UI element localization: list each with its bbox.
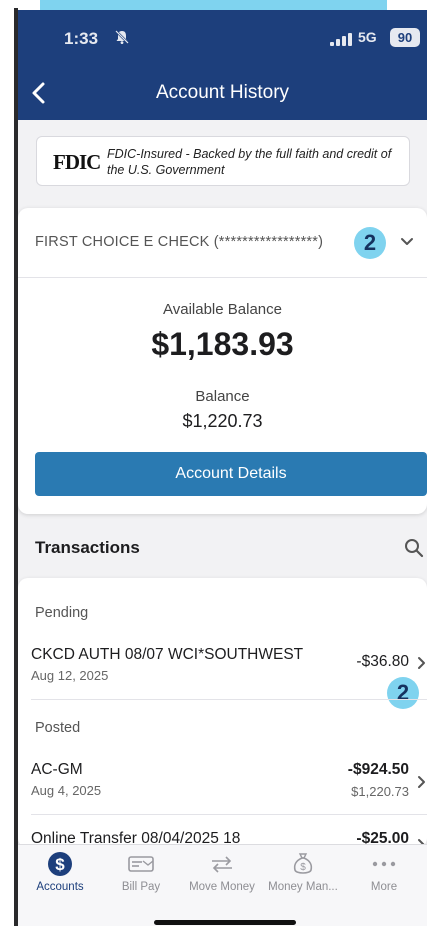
account-details-button[interactable]: Account Details (35, 452, 427, 496)
top-accent-bar (40, 0, 387, 10)
balance-value: $1,220.73 (182, 411, 263, 431)
transaction-amount: -$924.50 (347, 761, 409, 778)
status-bar: 1:33 5G 90 (18, 10, 427, 65)
page-title: Account History (155, 82, 290, 103)
account-badge: 2 (354, 227, 386, 259)
transaction-date: Aug 12, 2025 (31, 668, 109, 683)
balance-label: Balance (195, 388, 250, 405)
transaction-running-balance: $1,220.73 (351, 784, 409, 799)
tab-move-money[interactable]: Move Money (182, 851, 262, 893)
tab-more[interactable]: More (344, 851, 424, 893)
tab-label: Accounts (36, 881, 84, 893)
transaction-badge: 2 (387, 677, 419, 709)
cellular-signal-icon (330, 32, 352, 46)
transaction-row[interactable]: AC-GM Aug 4, 2025 -$924.50 $1,220.73 (18, 761, 427, 821)
transaction-amount: -$36.80 (356, 653, 409, 670)
device-frame-edge (14, 8, 18, 926)
transaction-row[interactable]: CKCD AUTH 08/07 WCI*SOUTHWEST Aug 12, 20… (18, 646, 427, 709)
search-icon (405, 539, 424, 558)
tab-accounts[interactable]: $ Accounts (20, 851, 100, 893)
chevron-right-icon (418, 657, 425, 669)
account-name: FIRST CHOICE E CHECK (*****************) (35, 234, 324, 250)
mute-bell-icon (114, 29, 130, 48)
account-card: FIRST CHOICE E CHECK (*****************)… (18, 208, 427, 514)
money-bag-icon: $ (293, 853, 313, 874)
tab-bill-pay[interactable]: Bill Pay (101, 851, 181, 893)
home-indicator[interactable] (154, 920, 296, 925)
tab-bar: $ Accounts Bill Pay Move Money $ Money M… (18, 844, 427, 926)
chevron-right-icon (418, 776, 425, 788)
transaction-date: Aug 4, 2025 (31, 783, 102, 798)
header: 1:33 5G 90 Account History (18, 10, 427, 120)
battery-indicator: 90 (390, 28, 420, 47)
fdic-text: FDIC-Insured - Backed by the full faith … (107, 147, 392, 177)
app-screen: 1:33 5G 90 Account History FDIC FDIC-Ins… (18, 10, 427, 926)
tab-money-management[interactable]: $ Money Man... (263, 851, 343, 893)
more-dots-icon (372, 861, 396, 867)
svg-text:$: $ (55, 855, 65, 874)
transactions-list: Pending CKCD AUTH 08/07 WCI*SOUTHWEST Au… (18, 578, 427, 851)
transactions-title: Transactions (35, 538, 140, 557)
posted-section-label: Posted (35, 720, 81, 736)
chevron-down-icon (401, 238, 413, 245)
pending-section-label: Pending (35, 605, 89, 621)
left-edge (0, 0, 18, 926)
divider (31, 699, 427, 700)
divider (31, 814, 427, 815)
tab-label: Bill Pay (121, 881, 161, 893)
search-button[interactable] (404, 538, 424, 558)
fdic-logo: FDIC (53, 150, 101, 174)
account-selector[interactable]: FIRST CHOICE E CHECK (*****************)… (18, 208, 427, 278)
available-balance-value: $1,183.93 (151, 326, 294, 362)
status-time: 1:33 (64, 29, 99, 48)
tab-label: More (370, 881, 398, 893)
dollar-circle-icon: $ (48, 852, 72, 876)
network-type: 5G (358, 29, 377, 45)
transfer-arrows-icon (212, 856, 232, 873)
transaction-description: AC-GM (31, 761, 83, 778)
svg-text:$: $ (300, 862, 306, 873)
tab-label: Move Money (189, 881, 255, 893)
fdic-banner: FDIC FDIC-Insured - Backed by the full f… (36, 136, 410, 186)
tab-label: Money Man... (268, 881, 338, 893)
bill-icon (128, 856, 154, 872)
available-balance-label: Available Balance (163, 301, 282, 318)
top-strip (0, 0, 427, 10)
transaction-description: CKCD AUTH 08/07 WCI*SOUTHWEST (31, 646, 304, 663)
